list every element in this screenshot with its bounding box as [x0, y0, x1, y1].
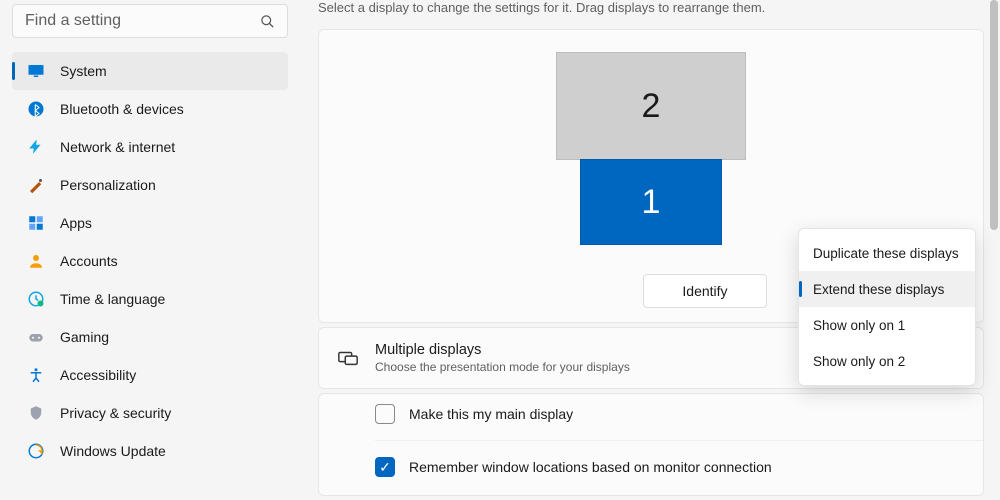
time-icon: [26, 289, 46, 309]
dropdown-item[interactable]: Extend these displays: [799, 271, 975, 307]
sidebar-item-privacy-security[interactable]: Privacy & security: [12, 394, 288, 432]
remember-locations-label: Remember window locations based on monit…: [409, 459, 772, 475]
main-display-checkbox[interactable]: [375, 404, 395, 424]
search-placeholder: Find a setting: [25, 12, 121, 30]
identify-label: Identify: [682, 283, 727, 299]
sidebar-item-label: Privacy & security: [60, 405, 171, 421]
paint-icon: [26, 175, 46, 195]
sidebar-item-label: Accounts: [60, 253, 118, 269]
identify-button[interactable]: Identify: [643, 274, 767, 308]
sidebar-item-label: Windows Update: [60, 443, 166, 459]
display-monitor-1[interactable]: 1: [580, 159, 722, 245]
sidebar-item-network-internet[interactable]: Network & internet: [12, 128, 288, 166]
sidebar-item-apps[interactable]: Apps: [12, 204, 288, 242]
presentation-mode-menu: Duplicate these displaysExtend these dis…: [798, 228, 976, 386]
sidebar-item-label: Accessibility: [60, 367, 136, 383]
multiple-displays-subtitle: Choose the presentation mode for your di…: [375, 360, 630, 374]
divider: [375, 440, 983, 441]
sidebar-item-system[interactable]: System: [12, 52, 288, 90]
display-monitor-2[interactable]: 2: [556, 52, 746, 160]
sidebar-item-personalization[interactable]: Personalization: [12, 166, 288, 204]
sidebar-item-label: Network & internet: [60, 139, 175, 155]
main-display-option[interactable]: Make this my main display: [319, 394, 983, 434]
sidebar-item-accessibility[interactable]: Accessibility: [12, 356, 288, 394]
search-icon: [260, 14, 275, 29]
display-1-label: 1: [642, 183, 661, 222]
sidebar-item-windows-update[interactable]: Windows Update: [12, 432, 288, 470]
monitor-icon: [26, 61, 46, 81]
sidebar-item-label: Time & language: [60, 291, 165, 307]
remember-locations-option[interactable]: ✓ Remember window locations based on mon…: [319, 447, 983, 487]
main-display-label: Make this my main display: [409, 406, 573, 422]
sidebar-item-label: Bluetooth & devices: [60, 101, 184, 117]
remember-locations-checkbox[interactable]: ✓: [375, 457, 395, 477]
sidebar-item-label: Personalization: [60, 177, 156, 193]
account-icon: [26, 251, 46, 271]
sidebar-item-time-language[interactable]: Time & language: [12, 280, 288, 318]
gaming-icon: [26, 327, 46, 347]
sidebar-item-bluetooth-devices[interactable]: Bluetooth & devices: [12, 90, 288, 128]
dropdown-item[interactable]: Show only on 2: [799, 343, 975, 379]
dropdown-item[interactable]: Duplicate these displays: [799, 235, 975, 271]
bluetooth-icon: [26, 99, 46, 119]
multiple-displays-title: Multiple displays: [375, 342, 630, 358]
access-icon: [26, 365, 46, 385]
wifi-icon: [26, 137, 46, 157]
apps-icon: [26, 213, 46, 233]
sidebar-item-label: System: [60, 63, 107, 79]
shield-icon: [26, 403, 46, 423]
dropdown-item[interactable]: Show only on 1: [799, 307, 975, 343]
display-2-label: 2: [642, 87, 661, 126]
sidebar-item-accounts[interactable]: Accounts: [12, 242, 288, 280]
scrollbar[interactable]: [990, 0, 998, 230]
sidebar-item-label: Apps: [60, 215, 92, 231]
update-icon: [26, 441, 46, 461]
search-input[interactable]: Find a setting: [12, 4, 288, 38]
sidebar-item-gaming[interactable]: Gaming: [12, 318, 288, 356]
sidebar: Find a setting System Bluetooth & devices…: [0, 0, 300, 470]
sidebar-item-label: Gaming: [60, 329, 109, 345]
display-description: Select a display to change the settings …: [318, 0, 984, 15]
displays-icon: [337, 347, 359, 369]
